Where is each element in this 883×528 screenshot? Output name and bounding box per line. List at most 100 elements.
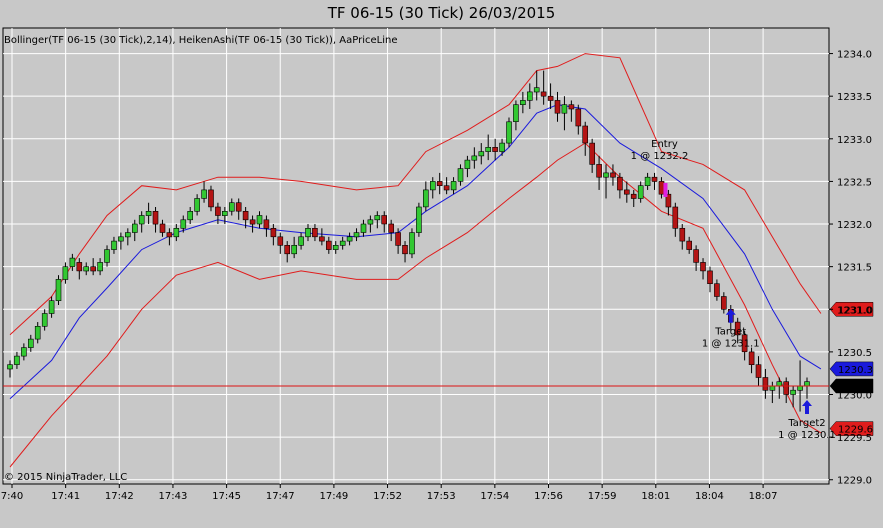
candle-body <box>499 142 505 152</box>
x-tick-label: 17:47 <box>266 491 295 502</box>
target2-detail: 1 @ 1230.1 <box>778 430 836 441</box>
candle-body <box>229 202 235 212</box>
candle-body <box>27 338 34 348</box>
candle-body <box>422 189 429 208</box>
candle-body <box>277 236 284 246</box>
candle-body <box>381 215 388 225</box>
candle-body <box>554 100 561 114</box>
candle-body <box>450 181 457 191</box>
candle-body <box>173 228 180 238</box>
candle-body <box>783 381 790 395</box>
candle-body <box>90 266 96 272</box>
candle <box>506 117 512 148</box>
candle-body <box>603 172 609 178</box>
candle-body <box>325 240 332 250</box>
candle-body <box>623 189 630 195</box>
candle-body <box>533 87 540 93</box>
y-tick-label: 1232.0 <box>837 220 872 231</box>
candle-body <box>76 262 83 272</box>
candle-body <box>339 240 346 246</box>
target1-label: Target <box>714 327 746 338</box>
candle-body <box>7 364 13 370</box>
candle-body <box>748 351 755 365</box>
candle-body <box>48 300 55 314</box>
x-tick-label: 18:07 <box>749 491 778 502</box>
candle-body <box>208 189 214 208</box>
candle-body <box>568 104 575 110</box>
candle-body <box>270 228 277 238</box>
x-tick-label: 18:01 <box>641 491 670 502</box>
candle-body <box>790 389 796 395</box>
y-tick-label: 1229.5 <box>837 433 872 444</box>
candle-body <box>215 206 221 216</box>
entry-marker <box>663 182 668 197</box>
candle-body <box>700 262 706 272</box>
candle-body <box>506 121 512 144</box>
candle-body <box>249 219 256 225</box>
candle-body <box>187 211 193 221</box>
candle-body <box>256 215 263 225</box>
x-axis: 7:40 17:41 17:42 17:43 17:45 17:47 17:49 17:52 1… <box>1 484 778 502</box>
x-tick-label: 17:49 <box>319 491 348 502</box>
candle-body <box>194 198 200 212</box>
y-tick-label: 1232.5 <box>837 177 872 188</box>
x-tick-label: 17:59 <box>588 491 617 502</box>
price-tag: 1230.3 <box>829 361 874 377</box>
candle-body <box>596 164 602 178</box>
y-tick-label: 1231.0 <box>837 305 872 316</box>
candle-body <box>644 176 651 186</box>
x-tick-label: 7:40 <box>1 491 23 502</box>
candle-body <box>582 125 589 144</box>
candle-body <box>83 266 89 272</box>
price-chart[interactable]: 1231.01230.31230.11229.6 Entry1 @ 1232.2… <box>0 0 883 528</box>
candle-body <box>388 223 395 233</box>
candle-body <box>416 206 422 233</box>
candle-body <box>637 185 644 199</box>
candle-body <box>166 232 173 238</box>
candle-body <box>485 147 492 152</box>
candle-body <box>720 296 727 310</box>
candle-body <box>97 262 103 272</box>
x-tick-label: 18:04 <box>695 491 724 502</box>
candle-body <box>104 249 110 263</box>
candle-body <box>575 108 582 127</box>
candle-body <box>374 215 381 221</box>
candle-body <box>513 104 519 122</box>
candle-body <box>492 147 498 152</box>
candle-body <box>658 181 665 195</box>
price-tag-label: 1230.3 <box>838 365 873 376</box>
candle-body <box>589 142 596 165</box>
x-tick-label: 17:41 <box>51 491 80 502</box>
candle-body <box>305 228 311 238</box>
candle-body <box>457 168 464 182</box>
candle-body <box>651 176 658 182</box>
candle-body <box>610 172 616 178</box>
candle-body <box>55 279 62 301</box>
candle-body <box>630 193 637 199</box>
candle-body <box>235 202 242 212</box>
candle-body <box>436 181 443 186</box>
x-tick-label: 17:54 <box>480 491 509 502</box>
candle-body <box>672 206 679 229</box>
candle-body <box>520 100 526 106</box>
candle-body <box>263 219 270 229</box>
candle-body <box>319 236 325 242</box>
candle-body <box>762 377 769 391</box>
candle-body <box>312 228 318 238</box>
candle-body <box>561 104 568 114</box>
target2-label: Target2 <box>787 418 825 429</box>
candle-body <box>152 211 159 225</box>
y-tick-label: 1229.0 <box>837 476 872 487</box>
candle-body <box>714 283 720 297</box>
candle-body <box>478 151 485 157</box>
candle-body <box>776 381 783 387</box>
x-tick-label: 17:52 <box>373 491 402 502</box>
candle-body <box>464 159 471 169</box>
y-tick-label: 1233.0 <box>837 135 872 146</box>
x-tick-label: 17:56 <box>534 491 563 502</box>
candle-body <box>686 240 693 250</box>
y-tick-label: 1234.0 <box>837 50 872 61</box>
candle-body <box>540 91 547 97</box>
candle-body <box>145 211 152 216</box>
candle-body <box>284 245 291 255</box>
